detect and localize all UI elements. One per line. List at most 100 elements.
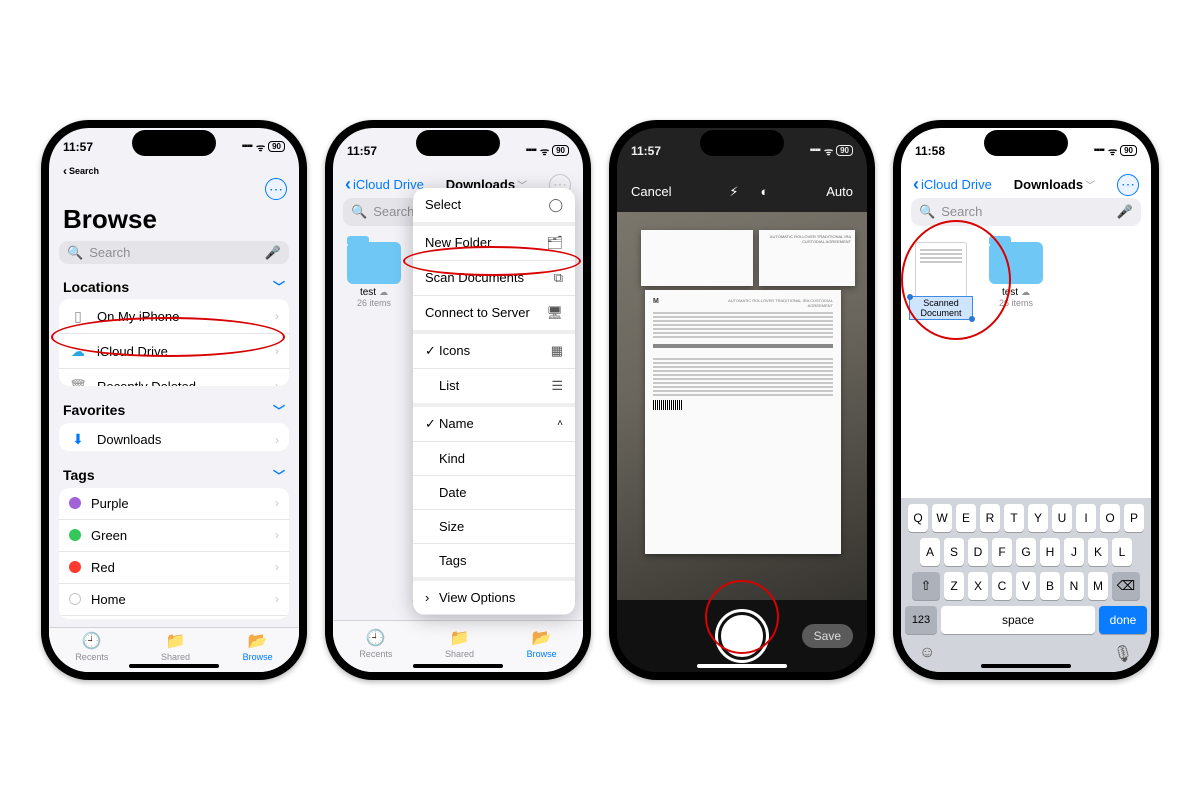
auto-button[interactable]: Auto	[826, 184, 853, 199]
more-button[interactable]: ⋯	[1117, 174, 1139, 196]
key-v[interactable]: V	[1016, 572, 1036, 600]
key-g[interactable]: G	[1016, 538, 1036, 566]
barcode-icon	[653, 400, 683, 410]
home-indicator[interactable]	[129, 664, 219, 668]
shutter-button[interactable]	[718, 612, 766, 660]
menu-scan-documents[interactable]: Scan Documents⧉	[413, 261, 575, 296]
location-icloud-drive[interactable]: ☁︎ iCloud Drive ›	[59, 334, 289, 369]
key-j[interactable]: J	[1064, 538, 1084, 566]
key-d[interactable]: D	[968, 538, 988, 566]
home-indicator[interactable]	[697, 664, 787, 668]
tag-home[interactable]: Home›	[59, 584, 289, 616]
menu-select[interactable]: Select◯	[413, 188, 575, 226]
back-button[interactable]: iCloud Drive	[913, 174, 992, 195]
status-time: 11:58	[915, 144, 945, 158]
tag-purple[interactable]: Purple›	[59, 488, 289, 520]
key-b[interactable]: B	[1040, 572, 1060, 600]
tag-green[interactable]: Green›	[59, 520, 289, 552]
battery-icon: 90	[268, 141, 285, 152]
status-back-search[interactable]: Search	[49, 164, 299, 178]
save-button[interactable]: Save	[802, 624, 853, 648]
tab-recents[interactable]: 🕘Recents	[359, 628, 392, 659]
section-tags-header[interactable]: Tags ﹀	[49, 459, 299, 488]
menu-list[interactable]: List☰	[413, 369, 575, 407]
more-button[interactable]: ⋯	[265, 178, 287, 200]
key-x[interactable]: X	[968, 572, 988, 600]
menu-new-folder[interactable]: New Folder🗂	[413, 226, 575, 261]
key-y[interactable]: Y	[1028, 504, 1048, 532]
chevron-down-icon: ﹀	[273, 278, 285, 295]
tab-browse[interactable]: 📂Browse	[527, 628, 557, 659]
location-recently-deleted[interactable]: 🗑 Recently Deleted ›	[59, 369, 289, 385]
emoji-icon[interactable]: ☺	[919, 644, 935, 664]
key-z[interactable]: Z	[944, 572, 964, 600]
search-input[interactable]: 🔍 Search 🎤	[59, 241, 289, 264]
cancel-button[interactable]: Cancel	[631, 184, 671, 199]
key-k[interactable]: K	[1088, 538, 1108, 566]
flash-icon[interactable]: ⚡︎	[729, 184, 738, 200]
key-a[interactable]: A	[920, 538, 940, 566]
tab-recents[interactable]: 🕘Recents	[75, 631, 108, 662]
document-preview-small	[641, 230, 753, 286]
key-c[interactable]: C	[992, 572, 1012, 600]
mic-icon[interactable]: 🎤	[265, 245, 281, 261]
key-delete[interactable]: ⌫	[1112, 572, 1140, 600]
tag-red[interactable]: Red›	[59, 552, 289, 584]
rename-input[interactable]: Scanned Document	[909, 296, 973, 320]
key-i[interactable]: I	[1076, 504, 1096, 532]
shutter-bar: Save	[617, 600, 867, 672]
document-preview-small: AUTOMATIC ROLLOVER TRADITIONAL IRA CUSTO…	[759, 230, 855, 286]
key-done[interactable]: done	[1099, 606, 1147, 634]
key-u[interactable]: U	[1052, 504, 1072, 532]
menu-icons[interactable]: ✓Icons▦	[413, 334, 575, 369]
key-s[interactable]: S	[944, 538, 964, 566]
section-favorites-header[interactable]: Favorites ﹀	[49, 394, 299, 423]
key-f[interactable]: F	[992, 538, 1012, 566]
back-button[interactable]: iCloud Drive	[345, 174, 424, 195]
filter-icon[interactable]: ◐	[761, 184, 769, 199]
tab-browse[interactable]: 📂Browse	[243, 631, 273, 662]
key-h[interactable]: H	[1040, 538, 1060, 566]
key-123[interactable]: 123	[905, 606, 937, 634]
cloud-icon: ☁︎	[69, 342, 87, 360]
search-input[interactable]: 🔍 Search 🎤	[911, 198, 1141, 226]
mic-icon[interactable]: 🎤	[1117, 204, 1133, 220]
menu-sort-kind[interactable]: Kind	[413, 442, 575, 476]
scanner-top-bar: Cancel ⚡︎ ◐ Auto	[617, 172, 867, 212]
folder-test[interactable]: test☁︎ 26 items	[989, 242, 1043, 308]
section-locations-header[interactable]: Locations ﹀	[49, 270, 299, 299]
search-placeholder: Search	[373, 204, 414, 219]
menu-sort-tags[interactable]: Tags	[413, 544, 575, 581]
ellipsis-icon: ⋯	[1121, 176, 1135, 193]
tag-yellow[interactable]: Yellow›	[59, 616, 289, 620]
key-shift[interactable]: ⇧	[912, 572, 940, 600]
menu-view-options[interactable]: ›View Options	[413, 581, 575, 615]
key-t[interactable]: T	[1004, 504, 1024, 532]
topbar: ⋯	[49, 178, 299, 200]
tab-shared[interactable]: 📁Shared	[445, 628, 474, 659]
dictate-icon[interactable]: 🎙	[1113, 644, 1133, 664]
key-e[interactable]: E	[956, 504, 976, 532]
key-o[interactable]: O	[1100, 504, 1120, 532]
key-w[interactable]: W	[932, 504, 952, 532]
key-p[interactable]: P	[1124, 504, 1144, 532]
home-indicator[interactable]	[413, 664, 503, 668]
chevron-down-icon[interactable]: ﹀	[1085, 177, 1095, 192]
item-scanned-document[interactable]: Scanned Document	[915, 242, 967, 308]
location-on-my-iphone[interactable]: ▯ On My iPhone ›	[59, 299, 289, 334]
menu-sort-size[interactable]: Size	[413, 510, 575, 544]
key-q[interactable]: Q	[908, 504, 928, 532]
menu-sort-date[interactable]: Date	[413, 476, 575, 510]
folder-shared-icon: 📁	[166, 631, 186, 651]
key-space[interactable]: space	[941, 606, 1095, 634]
home-indicator[interactable]	[981, 664, 1071, 668]
key-r[interactable]: R	[980, 504, 1000, 532]
favorite-downloads[interactable]: ⬇︎ Downloads ›	[59, 423, 289, 451]
key-l[interactable]: L	[1112, 538, 1132, 566]
menu-connect-server[interactable]: Connect to Server🖥	[413, 296, 575, 334]
folder-test[interactable]: test☁︎ 26 items	[347, 242, 401, 308]
menu-sort-name[interactable]: ✓Name˄	[413, 407, 575, 442]
tab-shared[interactable]: 📁Shared	[161, 631, 190, 662]
key-n[interactable]: N	[1064, 572, 1084, 600]
key-m[interactable]: M	[1088, 572, 1108, 600]
